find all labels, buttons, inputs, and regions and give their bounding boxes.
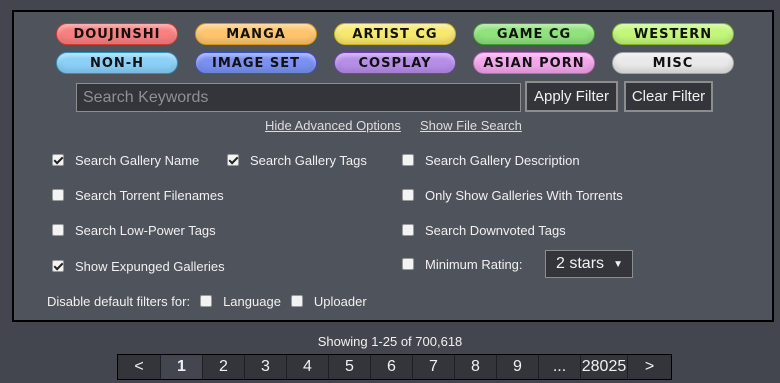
search-input[interactable] — [76, 83, 521, 112]
option-search-downvoted-tags[interactable]: Search Downvoted Tags — [402, 221, 566, 239]
language-label: Language — [223, 293, 281, 309]
disable-default-filters: Disable default filters for: Language Up… — [47, 292, 367, 310]
chevron-down-icon: ▼ — [613, 259, 623, 270]
category-game-cg-button[interactable]: GAME CG — [473, 23, 595, 45]
option-search-low-power-tags[interactable]: Search Low-Power Tags — [52, 221, 216, 239]
option-label: Show Expunged Galleries — [75, 258, 225, 274]
option-minimum-rating[interactable]: Minimum Rating: — [402, 255, 523, 273]
page-link[interactable]: 2 — [203, 355, 245, 379]
page-link[interactable]: 9 — [497, 355, 539, 379]
clear-filter-button[interactable]: Clear Filter — [624, 81, 713, 112]
category-manga-button[interactable]: MANGA — [195, 23, 317, 45]
results-count: Showing 1-25 of 700,618 — [317, 334, 463, 349]
checkbox[interactable] — [52, 189, 64, 201]
checkbox[interactable] — [52, 260, 64, 272]
prev-page-button[interactable]: < — [118, 355, 161, 379]
category-western-button[interactable]: WESTERN — [612, 23, 734, 45]
option-show-expunged-galleries[interactable]: Show Expunged Galleries — [52, 257, 225, 275]
category-image-set-button[interactable]: IMAGE SET — [195, 52, 317, 74]
checkbox[interactable] — [402, 224, 414, 236]
category-non-h-button[interactable]: NON-H — [56, 52, 178, 74]
page-link[interactable]: 1 — [161, 355, 203, 379]
category-misc-button[interactable]: MISC — [612, 52, 734, 74]
next-page-button[interactable]: > — [628, 355, 671, 379]
disable-filters-label: Disable default filters for: — [47, 293, 191, 309]
rating-value: 2 stars — [556, 255, 605, 272]
checkbox[interactable] — [290, 295, 303, 307]
option-label: Search Downvoted Tags — [425, 222, 566, 238]
option-label: Search Torrent Filenames — [75, 187, 224, 203]
checkbox[interactable] — [200, 295, 213, 307]
option-label: Search Gallery Description — [425, 152, 580, 168]
page-link[interactable]: 5 — [329, 355, 371, 379]
option-label: Search Gallery Name — [75, 152, 200, 168]
option-search-gallery-description[interactable]: Search Gallery Description — [402, 151, 580, 169]
option-search-gallery-tags[interactable]: Search Gallery Tags — [227, 151, 367, 169]
checkbox[interactable] — [402, 154, 414, 166]
page-link[interactable]: 6 — [371, 355, 413, 379]
page-link[interactable]: 4 — [287, 355, 329, 379]
checkbox[interactable] — [52, 224, 64, 236]
checkbox[interactable] — [402, 258, 414, 270]
search-panel: DOUJINSHI MANGA ARTIST CG GAME CG WESTER… — [12, 10, 774, 322]
page-link[interactable]: 8 — [455, 355, 497, 379]
category-cosplay-button[interactable]: COSPLAY — [334, 52, 456, 74]
page-link[interactable]: 3 — [245, 355, 287, 379]
pagination: < 1 2 3 4 5 6 7 8 9 ... 28025 > — [117, 354, 672, 380]
category-artist-cg-button[interactable]: ARTIST CG — [334, 23, 456, 45]
minimum-rating-select[interactable]: 2 stars ▼ — [545, 250, 633, 278]
checkbox[interactable] — [227, 154, 239, 166]
page-link[interactable]: 7 — [413, 355, 455, 379]
option-only-galleries-with-torrents[interactable]: Only Show Galleries With Torrents — [402, 186, 623, 204]
page-ellipsis: ... — [539, 355, 581, 379]
checkbox[interactable] — [402, 189, 414, 201]
page-link-last[interactable]: 28025 — [581, 355, 628, 379]
option-label: Minimum Rating: — [425, 256, 523, 272]
uploader-label: Uploader — [313, 293, 367, 309]
option-search-gallery-name[interactable]: Search Gallery Name — [52, 151, 199, 169]
option-search-torrent-filenames[interactable]: Search Torrent Filenames — [52, 186, 224, 204]
category-asian-porn-button[interactable]: ASIAN PORN — [473, 52, 595, 74]
checkbox[interactable] — [52, 154, 64, 166]
category-doujinshi-button[interactable]: DOUJINSHI — [56, 23, 178, 45]
hide-advanced-options-link[interactable]: Hide Advanced Options — [265, 118, 401, 133]
option-label: Only Show Galleries With Torrents — [425, 187, 623, 203]
option-label: Search Low-Power Tags — [75, 222, 216, 238]
option-label: Search Gallery Tags — [250, 152, 367, 168]
show-file-search-link[interactable]: Show File Search — [420, 118, 522, 133]
apply-filter-button[interactable]: Apply Filter — [525, 81, 618, 112]
